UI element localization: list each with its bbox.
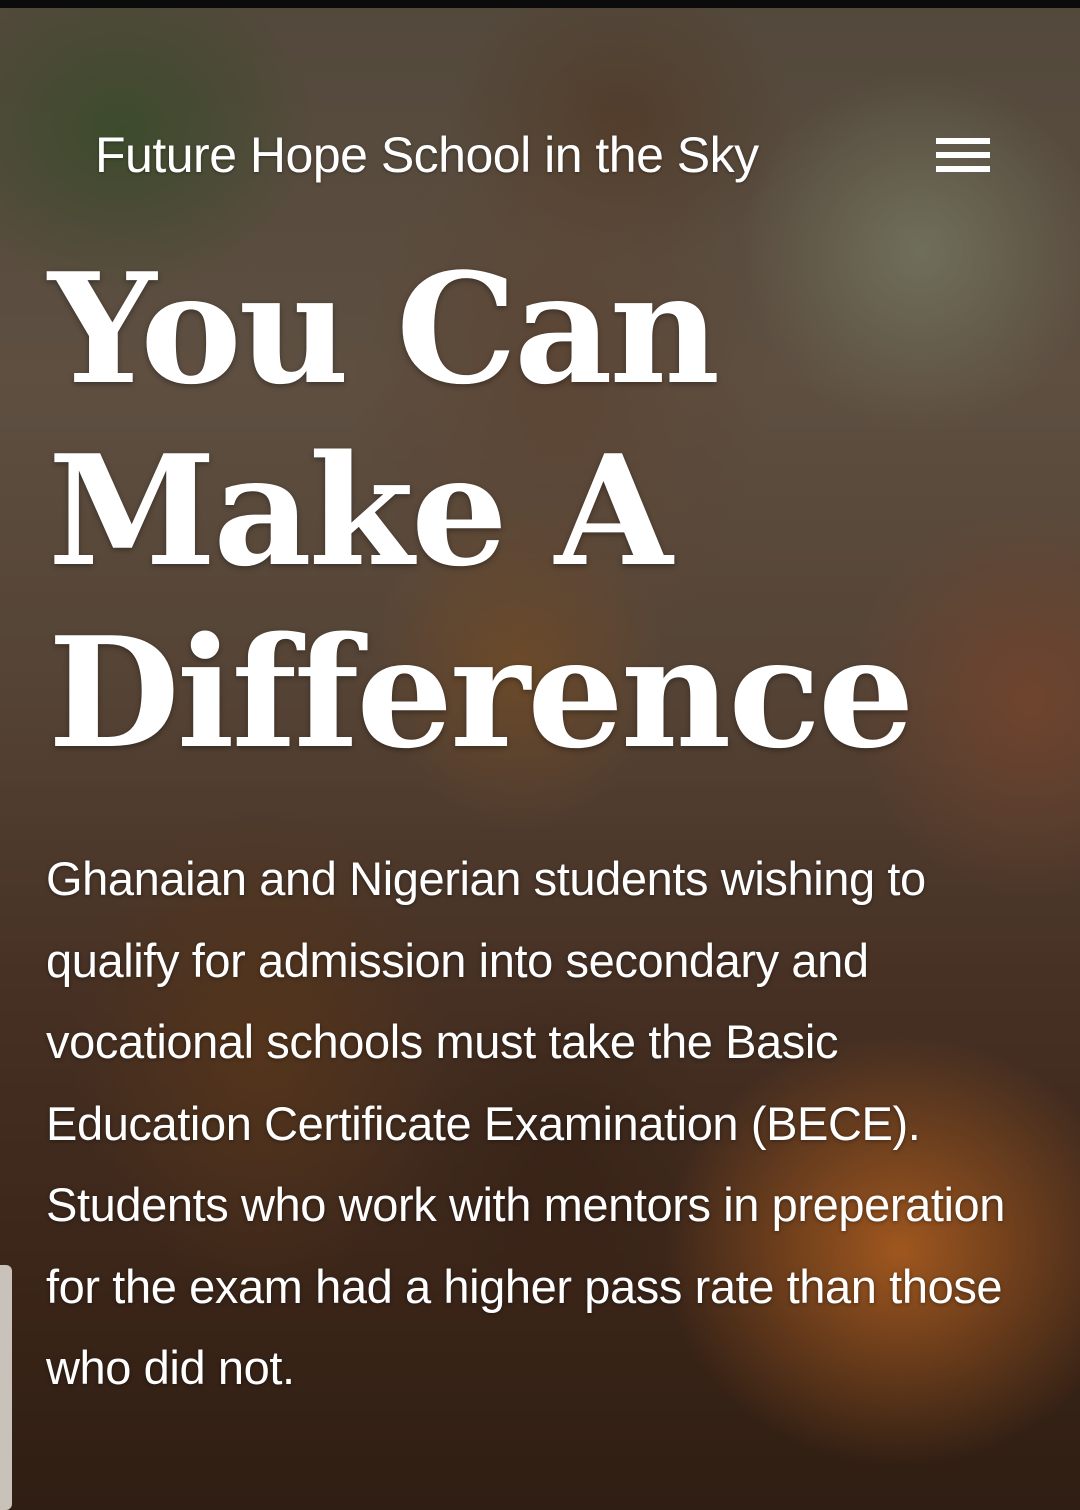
menu-bar-line xyxy=(936,166,990,172)
status-bar xyxy=(0,0,1080,8)
hero-headline: You Can Make A Difference xyxy=(48,238,1028,784)
site-title-link[interactable]: Future Hope School in the Sky xyxy=(95,125,759,185)
page: Future Hope School in the Sky You Can Ma… xyxy=(0,0,1080,1510)
headline-line: Difference xyxy=(48,603,915,782)
menu-bar-line xyxy=(936,152,990,158)
hamburger-menu-icon[interactable] xyxy=(928,132,998,182)
edge-panel-handle[interactable] xyxy=(0,1265,12,1510)
menu-bar-line xyxy=(936,138,990,144)
headline-line: You Can xyxy=(48,239,720,418)
hero-intro-text: Ghanaian and Nigerian students wishing t… xyxy=(46,852,1006,1394)
headline-line: Make A xyxy=(48,421,673,600)
